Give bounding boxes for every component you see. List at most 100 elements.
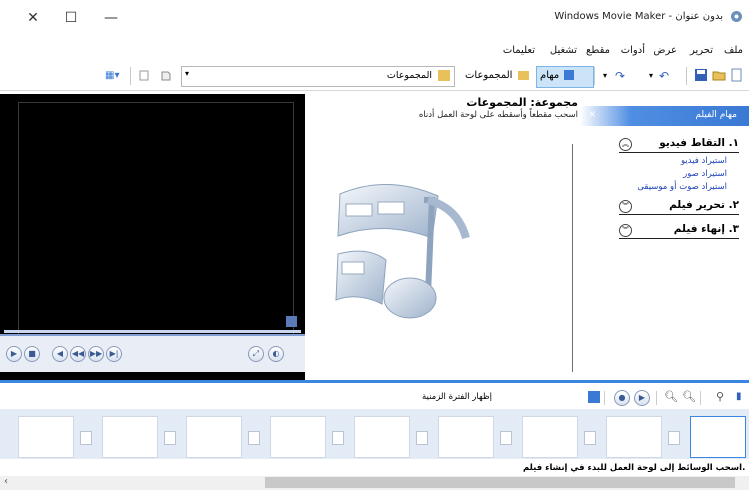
toolbar-separator: [656, 391, 657, 405]
folder-icon: [438, 70, 450, 81]
task-section-label: ٣. إنهاء فيلم: [673, 223, 739, 235]
seek-bar[interactable]: [4, 330, 301, 333]
menu-edit[interactable]: تحرير: [690, 45, 713, 56]
transition-slot[interactable]: [416, 431, 428, 445]
storyboard-play-button[interactable]: ▶: [634, 390, 650, 406]
fast-forward-button[interactable]: ▶▶: [88, 346, 104, 362]
storyboard-slot[interactable]: [18, 416, 74, 458]
chevron-up-icon[interactable]: ︽: [619, 138, 632, 151]
import-video-link[interactable]: استيراد فيديو: [681, 156, 727, 166]
transition-slot[interactable]: [80, 431, 92, 445]
tasks-icon: [564, 70, 575, 80]
close-button[interactable]: ✕: [22, 8, 44, 28]
toolbar-separator: [686, 67, 687, 85]
title-bar: ✕ ☐ — Windows Movie Maker - بدون عنوان: [0, 0, 749, 40]
chevron-down-icon: ▾: [185, 69, 190, 78]
rewind-button[interactable]: ◀◀: [70, 346, 86, 362]
transition-slot[interactable]: [248, 431, 260, 445]
save-project-icon[interactable]: [694, 68, 708, 82]
open-project-icon[interactable]: [712, 68, 726, 82]
transition-slot[interactable]: [668, 431, 680, 445]
task-section-label: ١. التقاط فيديو: [659, 137, 739, 149]
redo-button[interactable]: ↷: [612, 66, 628, 86]
storyboard-slot[interactable]: [522, 416, 578, 458]
zoom-in-icon[interactable]: 🔍︎: [682, 390, 696, 403]
minimize-button[interactable]: —: [100, 8, 122, 28]
menu-play[interactable]: تشغيل: [550, 45, 577, 56]
playback-controls: ▶ ■ ◀ ◀◀ ▶▶ ▶| ⤢ ◐: [0, 330, 305, 372]
fullscreen-icon[interactable]: [286, 316, 297, 327]
copy-icon[interactable]: [138, 68, 152, 82]
scrollbar-thumb[interactable]: [265, 477, 735, 488]
collection-title: مجموعة: المجموعات: [466, 96, 578, 109]
menu-help[interactable]: تعليمات: [503, 45, 535, 56]
storyboard-slot[interactable]: [102, 416, 158, 458]
toolbar-separator: [604, 391, 605, 405]
show-timeline-label[interactable]: إظهار الفترة الزمنية: [422, 392, 492, 402]
status-bar: [0, 490, 749, 504]
storyboard-slot[interactable]: [606, 416, 662, 458]
transition-slot[interactable]: [332, 431, 344, 445]
tasks-button[interactable]: مهام: [536, 66, 594, 88]
new-project-icon[interactable]: [730, 68, 744, 82]
menu-tools[interactable]: أدوات: [621, 45, 645, 56]
task-section-edit[interactable]: ٢. تحرير فيلم ︾: [619, 198, 739, 215]
timeline-icon[interactable]: [588, 391, 600, 403]
transition-slot[interactable]: [164, 431, 176, 445]
chevron-down-icon[interactable]: ︾: [619, 224, 632, 237]
storyboard-slot[interactable]: [354, 416, 410, 458]
collections-dropdown[interactable]: ▾ المجموعات: [181, 66, 455, 87]
horizontal-scrollbar[interactable]: ‹: [0, 476, 749, 490]
preview-screen: [18, 102, 294, 362]
menu-file[interactable]: ملف: [724, 45, 743, 56]
storyboard-slot[interactable]: [270, 416, 326, 458]
narrate-icon[interactable]: ▮: [736, 391, 742, 402]
import-audio-link[interactable]: استيراد صوت أو موسيقى: [637, 182, 727, 192]
stop-button[interactable]: ■: [24, 346, 40, 362]
undo-dropdown-icon[interactable]: ▾: [646, 66, 656, 86]
storyboard-rewind-button[interactable]: ●: [614, 390, 630, 406]
storyboard-hint: اسحب الوسائط إلى لوحة العمل للبدء في إنش…: [0, 462, 749, 476]
pane-divider: [572, 144, 573, 372]
collection-hint: اسحب مقطعاً وأسقطه على لوحة العمل أدناه: [418, 110, 578, 120]
film-music-icon: [335, 183, 470, 319]
take-picture-button[interactable]: ◐: [268, 346, 284, 362]
scroll-left-icon[interactable]: ‹: [4, 476, 8, 487]
play-button[interactable]: ▶: [6, 346, 22, 362]
menu-clip[interactable]: مقطع: [586, 45, 610, 56]
redo-dropdown-icon[interactable]: ▾: [600, 66, 610, 86]
storyboard: [0, 409, 749, 459]
storyboard-slot[interactable]: [186, 416, 242, 458]
storyboard-divider[interactable]: [0, 380, 749, 383]
window-title: Windows Movie Maker - بدون عنوان: [554, 11, 723, 22]
audio-levels-icon[interactable]: ⚲: [716, 390, 724, 403]
folder-icon: [517, 70, 529, 80]
zoom-out-icon[interactable]: 🔍︎: [664, 390, 678, 403]
menu-bar: ملف تحرير عرض أدوات مقطع تشغيل تعليمات: [0, 40, 749, 62]
view-mode-button[interactable]: ▦▾: [102, 66, 122, 86]
storyboard-slot[interactable]: [438, 416, 494, 458]
drag-media-hint: اسحب الوسائط إلى لوحة العمل للبدء في إنش…: [523, 463, 746, 473]
undo-button[interactable]: ↶: [656, 66, 672, 86]
maximize-button[interactable]: ☐: [60, 8, 82, 28]
storyboard-toolbar: ▮ ⚲ 🔍︎ 🔍︎ ▶ ● إظهار الفترة الزمنية: [0, 387, 749, 409]
previous-frame-button[interactable]: ◀: [52, 346, 68, 362]
close-icon[interactable]: ×: [588, 109, 596, 120]
toolbar: ↶ ▾ ↷ ▾ مهام المجموعات ▾ المجموعات ▦▾: [0, 62, 749, 91]
chevron-down-icon[interactable]: ︾: [619, 200, 632, 213]
task-section-capture[interactable]: ١. التقاط فيديو ︽: [619, 136, 739, 153]
next-frame-button[interactable]: ▶|: [106, 346, 122, 362]
task-section-finish[interactable]: ٣. إنهاء فيلم ︾: [619, 222, 739, 239]
import-pictures-link[interactable]: استيراد صور: [683, 169, 727, 179]
menu-view[interactable]: عرض: [653, 45, 677, 56]
storyboard-slot[interactable]: [690, 416, 746, 458]
transition-slot[interactable]: [500, 431, 512, 445]
task-section-label: ٢. تحرير فيلم: [669, 199, 739, 211]
up-level-icon[interactable]: [159, 68, 173, 82]
split-clip-button[interactable]: ⤢: [248, 346, 264, 362]
toolbar-separator: [700, 391, 701, 405]
movie-maker-app-icon: [731, 11, 742, 22]
movie-tasks-title: مهام الفيلم: [695, 110, 737, 120]
collections-button[interactable]: المجموعات: [462, 66, 532, 86]
transition-slot[interactable]: [584, 431, 596, 445]
